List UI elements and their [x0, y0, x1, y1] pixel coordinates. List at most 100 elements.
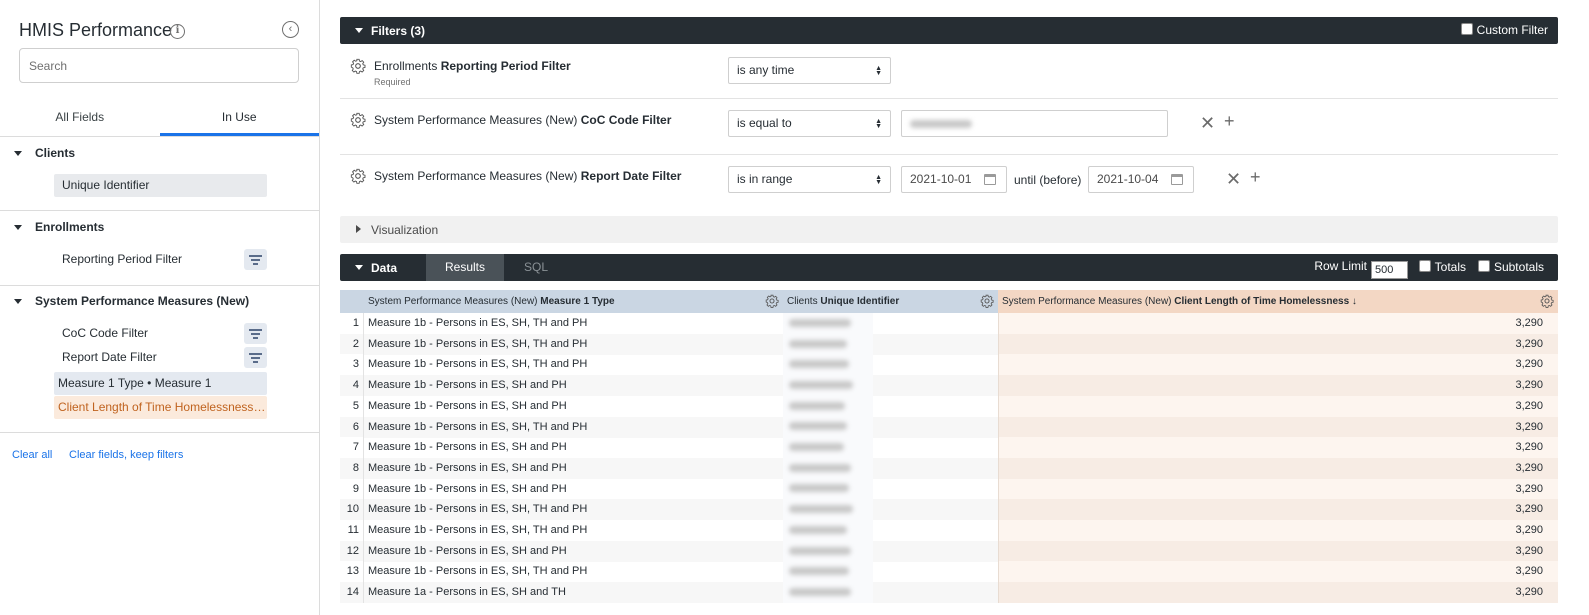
calendar-icon[interactable]	[1171, 174, 1183, 185]
cell-client-length-of-time-homelessness[interactable]: 3,290	[998, 457, 1558, 479]
info-icon[interactable]: i	[170, 24, 185, 39]
cell-measure-1-type[interactable]: Measure 1b - Persons in ES, SH, TH and P…	[368, 561, 587, 582]
cell-measure-1-type[interactable]: Measure 1b - Persons in ES, SH, TH and P…	[368, 417, 587, 438]
operator-select[interactable]: is any time ▲ ▼	[728, 57, 891, 84]
filter-icon[interactable]	[244, 347, 267, 368]
row-limit-input[interactable]: 500	[1371, 261, 1408, 279]
filter-icon[interactable]	[244, 323, 267, 344]
cell-client-length-of-time-homelessness[interactable]: 3,290	[998, 333, 1558, 355]
filters-bar[interactable]: Filters (3) Custom Filter	[340, 17, 1558, 44]
cell-client-length-of-time-homelessness[interactable]: 3,290	[998, 499, 1558, 521]
cell-unique-identifier[interactable]	[783, 354, 873, 376]
tab-in-use[interactable]: In Use	[159, 101, 319, 136]
cell-measure-1-type[interactable]: Measure 1b - Persons in ES, SH and PH	[368, 396, 567, 417]
date-from-input[interactable]: 2021-10-01	[901, 166, 1007, 193]
gear-icon[interactable]	[350, 112, 366, 128]
totals-toggle[interactable]: Totals	[1418, 260, 1466, 274]
cell-measure-1-type[interactable]: Measure 1b - Persons in ES, SH and PH	[368, 479, 567, 500]
remove-filter-icon[interactable]: ✕	[1226, 170, 1241, 188]
custom-filter-toggle[interactable]: Custom Filter	[1460, 23, 1548, 37]
cell-unique-identifier[interactable]	[783, 582, 873, 604]
cell-unique-identifier[interactable]	[783, 478, 873, 500]
cell-unique-identifier[interactable]	[783, 520, 873, 541]
cell-client-length-of-time-homelessness[interactable]: 3,290	[998, 437, 1558, 459]
cell-client-length-of-time-homelessness[interactable]: 3,290	[998, 520, 1558, 541]
field-report-date-filter[interactable]: Report Date Filter	[54, 346, 267, 369]
cell-client-length-of-time-homelessness[interactable]: 3,290	[998, 540, 1558, 562]
clear-all-link[interactable]: Clear all	[12, 449, 52, 461]
gear-icon[interactable]	[350, 58, 366, 74]
row-number: 7	[340, 437, 364, 459]
cell-unique-identifier[interactable]	[783, 499, 873, 521]
column-header-unique-identifier[interactable]: Clients Unique Identifier	[783, 290, 998, 313]
cell-unique-identifier[interactable]	[783, 375, 873, 397]
cell-unique-identifier[interactable]	[783, 540, 873, 562]
clear-fields-keep-filters-link[interactable]: Clear fields, keep filters	[69, 449, 183, 461]
cell-unique-identifier[interactable]	[783, 416, 873, 438]
cell-measure-1-type[interactable]: Measure 1b - Persons in ES, SH, TH and P…	[368, 313, 587, 334]
group-header-enrollments[interactable]: Enrollments	[14, 220, 104, 234]
cell-measure-1-type[interactable]: Measure 1b - Persons in ES, SH and PH	[368, 375, 567, 396]
cell-client-length-of-time-homelessness[interactable]: 3,290	[998, 313, 1558, 334]
collapse-sidebar-icon[interactable]: ‹	[282, 21, 299, 38]
cell-client-length-of-time-homelessness[interactable]: 3,290	[998, 416, 1558, 438]
calendar-icon[interactable]	[984, 174, 996, 185]
visualization-bar[interactable]: Visualization	[340, 216, 1558, 243]
checkbox[interactable]	[1418, 260, 1431, 272]
cell-measure-1-type[interactable]: Measure 1b - Persons in ES, SH, TH and P…	[368, 520, 587, 541]
cell-unique-identifier[interactable]	[783, 457, 873, 479]
subtotals-toggle[interactable]: Subtotals	[1477, 260, 1544, 274]
add-filter-icon[interactable]: +	[1224, 112, 1235, 130]
checkbox[interactable]	[1460, 23, 1473, 35]
field-search-input[interactable]	[19, 48, 299, 83]
coc-code-input[interactable]	[901, 110, 1168, 137]
cell-measure-1-type[interactable]: Measure 1b - Persons in ES, SH, TH and P…	[368, 354, 587, 375]
field-unique-identifier[interactable]: Unique Identifier	[54, 174, 267, 197]
group-header-clients[interactable]: Clients	[14, 146, 75, 160]
cell-measure-1-type[interactable]: Measure 1b - Persons in ES, SH, TH and P…	[368, 499, 587, 520]
cell-unique-identifier[interactable]	[783, 561, 873, 583]
column-header-client-length-of-time-homelessness[interactable]: System Performance Measures (New) Client…	[998, 290, 1558, 313]
filter-icon[interactable]	[244, 249, 267, 270]
gear-icon[interactable]	[980, 294, 994, 308]
tab-sql[interactable]: SQL	[504, 254, 568, 281]
column-header-measure-1-type[interactable]: System Performance Measures (New) Measur…	[340, 290, 783, 313]
cell-measure-1-type[interactable]: Measure 1b - Persons in ES, SH and PH	[368, 458, 567, 479]
cell-client-length-of-time-homelessness[interactable]: 3,290	[998, 561, 1558, 583]
cell-measure-1-type[interactable]: Measure 1b - Persons in ES, SH and PH	[368, 541, 567, 562]
cell-measure-1-type[interactable]: Measure 1b - Persons in ES, SH and PH	[368, 437, 567, 458]
cell-client-length-of-time-homelessness[interactable]: 3,290	[998, 582, 1558, 604]
date-to-input[interactable]: 2021-10-04	[1088, 166, 1194, 193]
filters-title: Filters (3)	[371, 24, 426, 38]
redacted-value	[789, 443, 844, 452]
group-header-spm[interactable]: System Performance Measures (New)	[14, 294, 249, 308]
tab-results[interactable]: Results	[426, 254, 504, 281]
field-measure-1-type[interactable]: Measure 1 Type • Measure 1	[54, 372, 267, 395]
data-title[interactable]: Data	[371, 261, 397, 275]
gear-icon[interactable]	[765, 294, 779, 308]
row-number: 11	[340, 520, 364, 541]
add-filter-icon[interactable]: +	[1250, 168, 1261, 186]
remove-filter-icon[interactable]: ✕	[1200, 114, 1215, 132]
cell-client-length-of-time-homelessness[interactable]: 3,290	[998, 375, 1558, 397]
checkbox[interactable]	[1477, 260, 1490, 272]
gear-icon[interactable]	[350, 168, 366, 184]
cell-client-length-of-time-homelessness[interactable]: 3,290	[998, 354, 1558, 376]
cell-unique-identifier[interactable]	[783, 395, 873, 417]
caret-down-icon[interactable]	[355, 265, 363, 270]
cell-unique-identifier[interactable]	[783, 437, 873, 459]
cell-measure-1-type[interactable]: Measure 1a - Persons in ES, SH and TH	[368, 582, 566, 603]
tab-all-fields[interactable]: All Fields	[0, 101, 160, 136]
field-coc-code-filter[interactable]: CoC Code Filter	[54, 322, 267, 345]
field-reporting-period-filter[interactable]: Reporting Period Filter	[54, 248, 267, 271]
field-client-length-of-time-homelessness[interactable]: Client Length of Time Homelessness •…	[54, 396, 267, 419]
operator-select[interactable]: is in range ▲ ▼	[728, 166, 891, 193]
cell-client-length-of-time-homelessness[interactable]: 3,290	[998, 395, 1558, 417]
cell-measure-1-type[interactable]: Measure 1b - Persons in ES, SH, TH and P…	[368, 334, 587, 355]
cell-unique-identifier[interactable]	[783, 313, 873, 334]
gear-icon[interactable]	[1540, 294, 1554, 308]
cell-unique-identifier[interactable]	[783, 333, 873, 355]
operator-select[interactable]: is equal to ▲ ▼	[728, 110, 891, 137]
cell-client-length-of-time-homelessness[interactable]: 3,290	[998, 478, 1558, 500]
table-row: 10 Measure 1b - Persons in ES, SH, TH and…	[340, 499, 1558, 521]
